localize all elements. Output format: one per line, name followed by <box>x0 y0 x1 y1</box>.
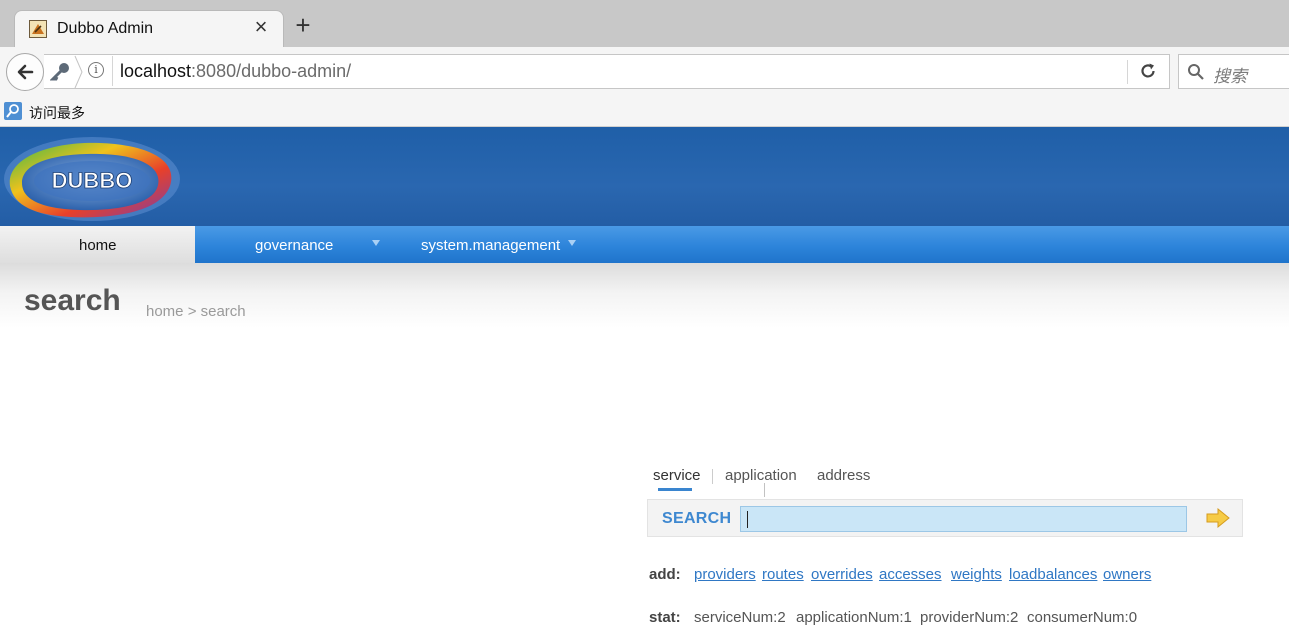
tab-tick <box>764 483 765 497</box>
arrow-left-icon <box>17 64 34 80</box>
stat-label: stat: <box>649 609 681 626</box>
add-routes-link[interactable]: routes <box>762 566 804 583</box>
url-text[interactable]: localhost:8080/dubbo-admin/ <box>120 61 351 82</box>
bookmark-folder-icon <box>4 102 22 120</box>
stat-application-num: applicationNum:1 <box>796 609 912 626</box>
arrow-right-icon[interactable] <box>1205 507 1231 529</box>
logo-text: DUBBO <box>52 168 133 193</box>
add-label: add: <box>649 566 681 583</box>
tab-divider <box>712 469 713 484</box>
search-panel: SEARCH <box>647 499 1243 537</box>
stat-service-num: serviceNum:2 <box>694 609 786 626</box>
bookmarks-bar: 访问最多 <box>0 96 1289 127</box>
add-weights-link[interactable]: weights <box>951 566 1002 583</box>
magnifier-icon <box>1188 64 1204 80</box>
browser-search-box[interactable]: 搜索 <box>1178 54 1289 89</box>
chevron-right-icon <box>74 55 83 89</box>
menu-governance[interactable]: governance <box>255 226 333 263</box>
dubbo-logo[interactable]: DUBBO <box>0 131 182 223</box>
bookmark-most-visited[interactable]: 访问最多 <box>29 103 85 123</box>
tab-title: Dubbo Admin <box>57 20 154 37</box>
add-providers-link[interactable]: providers <box>694 566 756 583</box>
page-title: search <box>24 284 121 317</box>
browser-tab[interactable]: Dubbo Admin × <box>14 10 284 47</box>
add-overrides-link[interactable]: overrides <box>811 566 873 583</box>
url-divider <box>112 56 113 86</box>
search-input[interactable] <box>740 506 1187 532</box>
tab-service[interactable]: service <box>653 467 701 484</box>
breadcrumb: home > search <box>146 303 246 320</box>
dubbo-favicon-icon <box>29 20 47 38</box>
governance-dropdown-icon[interactable] <box>372 240 380 246</box>
reload-divider <box>1127 60 1128 84</box>
stat-consumer-num: consumerNum:0 <box>1027 609 1138 626</box>
menu-home[interactable]: home <box>79 226 117 263</box>
back-button[interactable] <box>6 53 44 91</box>
add-owners-link[interactable]: owners <box>1103 566 1151 583</box>
browser-search-placeholder: 搜索 <box>1213 67 1247 86</box>
stat-provider-num: providerNum:2 <box>920 609 1019 626</box>
add-loadbalances-link[interactable]: loadbalances <box>1009 566 1097 583</box>
tab-application[interactable]: application <box>725 467 797 484</box>
text-caret <box>747 511 748 528</box>
browser-tabstrip: Dubbo Admin × + <box>0 0 1289 47</box>
search-label: SEARCH <box>662 510 732 527</box>
add-accesses-link[interactable]: accesses <box>879 566 942 583</box>
close-tab-icon[interactable]: × <box>251 16 271 38</box>
active-tab-indicator <box>658 488 692 491</box>
new-tab-icon[interactable]: + <box>292 12 314 38</box>
menu-system-management[interactable]: system.management <box>421 226 560 263</box>
site-header: DUBBO <box>0 127 1289 226</box>
reload-icon[interactable] <box>1138 61 1158 81</box>
system-dropdown-icon[interactable] <box>568 240 576 246</box>
info-icon[interactable]: i <box>88 62 104 78</box>
tab-address[interactable]: address <box>817 467 870 484</box>
main-menu: home governance system.management <box>0 226 1289 263</box>
key-icon[interactable] <box>50 61 72 81</box>
